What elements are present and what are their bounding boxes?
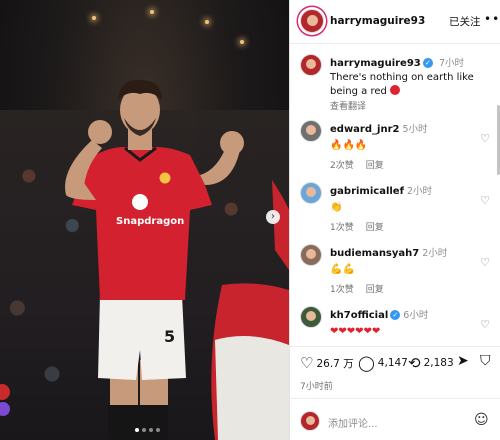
comment-action[interactable]: ◯ 4,147 xyxy=(358,355,408,371)
commenter-avatar[interactable] xyxy=(300,182,322,204)
comment-item: gabrimicallef 2小时 👏 1次赞 回复 ♡ xyxy=(300,182,490,233)
caption-avatar[interactable] xyxy=(300,54,322,76)
post-actions: ♡ 26.7 万 ◯ 4,147 ⟲ 2,183 ➤ ⛉ 7小时前 xyxy=(290,346,500,396)
commenter-avatar[interactable] xyxy=(300,306,322,328)
commenter-username[interactable]: edward_jnr2 xyxy=(330,124,399,135)
verified-badge-icon: ✓ xyxy=(422,58,433,68)
comment-likes[interactable]: 2次赞 xyxy=(330,161,354,171)
reply-button[interactable]: 回复 xyxy=(366,223,384,233)
comment-icon[interactable]: ◯ xyxy=(358,355,375,371)
carousel-dot xyxy=(149,428,153,432)
comment-like-icon[interactable]: ♡ xyxy=(480,318,490,331)
comments-list[interactable]: harrymaguire93 ✓ 7小时 There's nothing on e… xyxy=(290,45,500,345)
bookmark-icon[interactable]: ⛉ xyxy=(480,353,491,369)
post-header: harrymaguire93 已关注 ••• xyxy=(290,0,500,44)
comment-like-icon[interactable]: ♡ xyxy=(480,194,490,207)
comment-time: 6小时 xyxy=(403,310,429,321)
reply-button[interactable]: 回复 xyxy=(366,285,384,295)
comment-text: 👏 xyxy=(330,202,343,213)
comment-item: edward_jnr2 5小时 🔥🔥🔥 2次赞 回复 ♡ xyxy=(300,120,490,171)
comment-text: ❤❤❤❤❤❤ xyxy=(330,326,381,337)
commenter-avatar[interactable] xyxy=(300,244,322,266)
post-time: 7小时前 xyxy=(300,382,333,392)
carousel-next-button[interactable]: › xyxy=(266,210,280,224)
comment-composer[interactable]: 添加评论... ☺ xyxy=(290,398,500,440)
carousel-dot xyxy=(156,428,160,432)
caption-username[interactable]: harrymaguire93 xyxy=(330,58,421,69)
emoji-icon[interactable]: ☺ xyxy=(474,412,489,428)
heart-icon[interactable]: ♡ xyxy=(300,355,313,371)
post-photo[interactable]: 5 Snapdragon › xyxy=(0,0,289,440)
comment-text: 🔥🔥🔥 xyxy=(330,140,368,151)
comment-like-icon[interactable]: ♡ xyxy=(480,132,490,145)
share-icon[interactable]: ➤ xyxy=(457,353,469,369)
comment-time: 5小时 xyxy=(402,124,428,135)
repost-count: 2,183 xyxy=(423,357,454,369)
comment-item: budiemansyah7 2小时 💪💪 1次赞 回复 ♡ xyxy=(300,244,490,295)
red-circle-icon xyxy=(389,85,400,95)
commenter-username[interactable]: budiemansyah7 xyxy=(330,248,419,259)
sponsor-text: Snapdragon xyxy=(116,216,184,227)
repost-icon[interactable]: ⟲ xyxy=(408,355,421,371)
commenter-avatar[interactable] xyxy=(300,120,322,142)
author-avatar[interactable] xyxy=(300,9,324,33)
post-side-panel: harrymaguire93 已关注 ••• harrymaguire93✓ 7… xyxy=(289,0,500,440)
verified-badge-icon: ✓ xyxy=(390,310,401,320)
comment-time: 2小时 xyxy=(406,186,432,197)
comment-input[interactable]: 添加评论... xyxy=(328,415,378,430)
see-translation-link[interactable]: 查看翻译 xyxy=(330,99,485,112)
comment-item: kh7official ✓ 6小时 ❤❤❤❤❤❤ ♡ xyxy=(300,306,490,345)
comment-time: 2小时 xyxy=(422,248,448,259)
more-options-icon[interactable]: ••• xyxy=(484,12,500,26)
caption-text: There's nothing on earth like being a re… xyxy=(330,72,474,97)
carousel-dot xyxy=(142,428,146,432)
comment-count: 4,147 xyxy=(377,357,408,369)
comment-likes[interactable]: 1次赞 xyxy=(330,285,354,295)
like-count: 26.7 万 xyxy=(316,357,354,370)
repost-action[interactable]: ⟲ 2,183 xyxy=(408,355,454,371)
comment-likes[interactable]: 1次赞 xyxy=(330,223,354,233)
carousel-dot xyxy=(135,428,139,432)
viewer-avatar xyxy=(300,411,320,431)
author-username[interactable]: harrymaguire93 xyxy=(330,15,425,27)
shirt-number: 5 xyxy=(164,327,175,346)
like-action[interactable]: ♡ 26.7 万 xyxy=(300,355,354,371)
player-figure: 5 Snapdragon xyxy=(65,79,289,440)
commenter-username[interactable]: gabrimicallef xyxy=(330,186,404,197)
caption: harrymaguire93 ✓ 7小时 There's nothing on e… xyxy=(300,54,490,112)
reply-button[interactable]: 回复 xyxy=(366,161,384,171)
carousel-dots xyxy=(135,428,160,432)
commenter-username[interactable]: kh7official xyxy=(330,310,388,321)
caption-time: 7小时 xyxy=(438,58,464,69)
comment-text: 💪💪 xyxy=(330,264,355,275)
following-button[interactable]: 已关注 xyxy=(449,14,481,29)
comment-like-icon[interactable]: ♡ xyxy=(480,256,490,269)
